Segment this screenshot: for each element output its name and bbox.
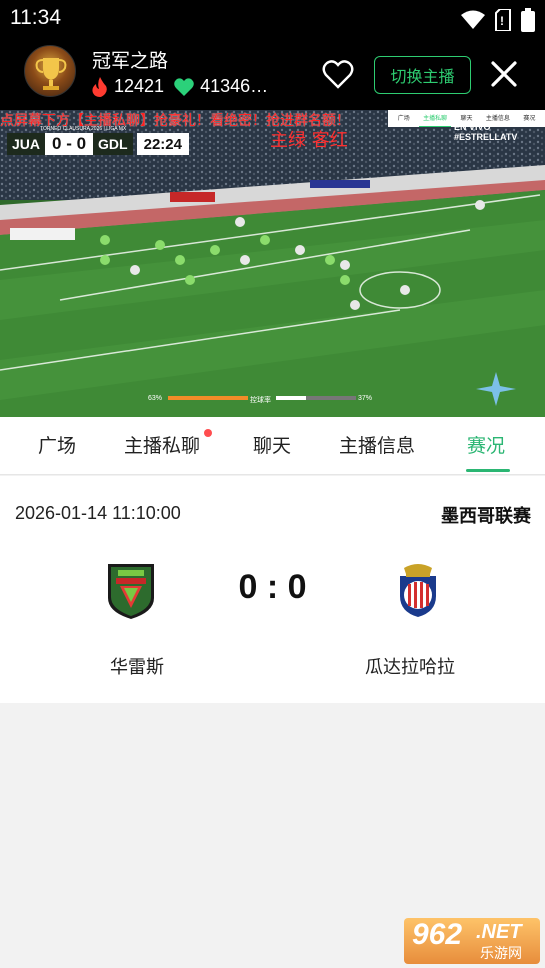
- heart-filled-icon: [174, 77, 194, 96]
- heart-outline-icon: [322, 60, 354, 89]
- league-name: 墨西哥联赛: [441, 506, 531, 527]
- streamer-name: 冠军之路: [92, 50, 169, 72]
- away-team-logo: [400, 564, 436, 617]
- follow-button[interactable]: [322, 60, 354, 90]
- home-possession-bar: [168, 396, 248, 400]
- switch-streamer-button[interactable]: 切换主播: [374, 56, 471, 94]
- status-time: 11:34: [10, 6, 61, 29]
- mini-tab: 广场: [397, 115, 410, 122]
- battery-icon: [521, 8, 535, 32]
- watermark-number: 962: [412, 918, 463, 951]
- home-abbr: JUA: [7, 133, 46, 155]
- watermark-domain: .NET: [476, 921, 522, 943]
- channel-logo: EN VIVO #ESTRELLATV: [454, 122, 518, 142]
- tab-match-status[interactable]: 赛况: [467, 431, 505, 458]
- likes-stat: 41346…: [174, 76, 268, 97]
- possession-label: 控球率: [250, 397, 271, 404]
- home-team-name: 华雷斯: [110, 657, 164, 678]
- home-possession: 63%: [148, 395, 163, 402]
- away-abbr: GDL: [93, 133, 133, 155]
- league-bug: TORNEO CLAUSURA 2026 | LIGA MX: [40, 126, 127, 132]
- svg-text:!: !: [500, 14, 504, 28]
- tab-bar: 广场 主播私聊 聊天 主播信息 赛况: [0, 417, 545, 475]
- tab-plaza[interactable]: 广场: [38, 431, 76, 458]
- no-sim-icon: !: [495, 9, 511, 31]
- match-score: 0 : 0: [238, 568, 307, 606]
- streamer-avatar[interactable]: [24, 45, 76, 97]
- active-tab-indicator: [466, 469, 510, 472]
- system-icons: !: [461, 8, 535, 32]
- possession-bar: 63% 控球率 37%: [0, 391, 545, 407]
- unread-dot: [204, 429, 212, 437]
- close-icon: [491, 61, 517, 87]
- scorebug: JUA 0 - 0 GDL 22:24: [7, 133, 189, 155]
- fire-icon: [92, 76, 107, 97]
- scorebug-score: 0 - 0: [45, 133, 94, 155]
- away-possession-bar: [276, 396, 356, 400]
- match-datetime: 2026-01-14 11:10:00: [15, 503, 181, 523]
- video-player[interactable]: 点屏幕下方【主播私聊】抢豪礼！看绝密！抢进群名额！ 广场 主播私聊 聊天 主播信…: [0, 110, 545, 417]
- match-clock: 22:24: [136, 133, 189, 155]
- color-caption: 主绿 客红: [270, 130, 348, 151]
- close-button[interactable]: [490, 60, 518, 88]
- status-bar: 11:34 !: [0, 0, 545, 38]
- mini-tab: 主播私聊: [419, 110, 451, 127]
- wifi-icon: [461, 10, 485, 29]
- trophy-icon: [35, 58, 67, 90]
- popularity-count: 12421: [114, 76, 165, 96]
- popularity-stat: 12421: [92, 76, 164, 97]
- away-team-name: 瓜达拉哈拉: [365, 657, 455, 678]
- site-watermark: 962 .NET 乐游网: [404, 918, 540, 964]
- watermark-site: 乐游网: [480, 945, 522, 961]
- tab-chat[interactable]: 聊天: [253, 431, 291, 458]
- likes-count: 41346…: [200, 76, 269, 96]
- stream-header: 冠军之路 12421 41346… 切换主播: [0, 38, 545, 110]
- away-possession: 37%: [358, 395, 373, 402]
- pitch-scene: [0, 110, 545, 417]
- tab-streamer-info[interactable]: 主播信息: [339, 431, 415, 458]
- match-card: 2026-01-14 11:10:00 墨西哥联赛 0 : 0 华雷斯 瓜达拉哈…: [0, 476, 545, 703]
- tab-private-chat[interactable]: 主播私聊: [124, 431, 200, 458]
- stream-stats: 12421 41346…: [92, 76, 278, 97]
